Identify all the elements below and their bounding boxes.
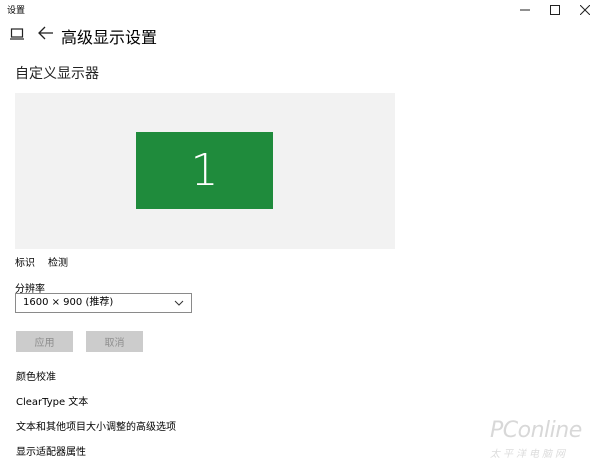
minimize-button[interactable] bbox=[510, 0, 540, 20]
close-button[interactable] bbox=[570, 0, 600, 20]
page-header: 高级显示设置 bbox=[0, 22, 600, 48]
display-arrangement-canvas: 1 bbox=[15, 93, 395, 249]
watermark-subtext: 太平洋电脑网 bbox=[490, 449, 568, 460]
window-controls bbox=[510, 0, 600, 20]
identify-link[interactable]: 标识 bbox=[15, 254, 35, 269]
watermark: PConline 太平洋电脑网 bbox=[466, 418, 594, 462]
chevron-down-icon bbox=[174, 300, 184, 306]
cleartype-text-link[interactable]: ClearType 文本 bbox=[16, 393, 88, 408]
color-calibration-link[interactable]: 颜色校准 bbox=[16, 368, 56, 383]
window-titlebar: 设置 bbox=[0, 0, 600, 20]
advanced-sizing-link[interactable]: 文本和其他项目大小调整的高级选项 bbox=[16, 418, 176, 433]
close-icon bbox=[580, 5, 590, 15]
home-icon[interactable] bbox=[10, 27, 24, 41]
resolution-value: 1600 × 900 (推荐) bbox=[23, 297, 114, 308]
section-title: 自定义显示器 bbox=[15, 66, 99, 82]
minimize-icon bbox=[520, 9, 530, 11]
window-title: 设置 bbox=[7, 6, 26, 16]
watermark-logo-text: PConline bbox=[490, 418, 582, 443]
maximize-icon bbox=[550, 5, 560, 15]
detect-link[interactable]: 检测 bbox=[48, 254, 68, 269]
monitor-tile[interactable]: 1 bbox=[136, 132, 273, 209]
back-arrow-icon[interactable] bbox=[38, 26, 54, 40]
page-title: 高级显示设置 bbox=[61, 28, 158, 47]
maximize-button[interactable] bbox=[540, 0, 570, 20]
display-adapter-properties-link[interactable]: 显示适配器属性 bbox=[16, 443, 86, 458]
resolution-dropdown[interactable]: 1600 × 900 (推荐) bbox=[15, 293, 192, 313]
apply-button[interactable]: 应用 bbox=[16, 331, 73, 352]
cancel-button[interactable]: 取消 bbox=[86, 331, 143, 352]
